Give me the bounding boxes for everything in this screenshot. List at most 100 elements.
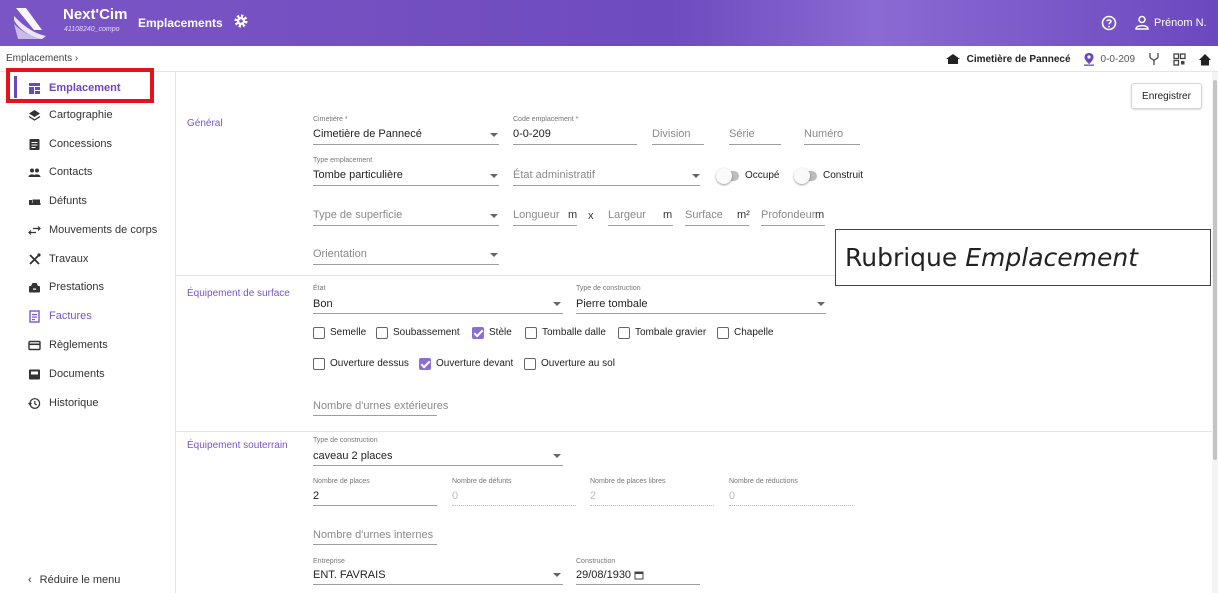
longueur-input[interactable]: Longueur (513, 209, 560, 221)
section-divider (176, 431, 1212, 432)
ouverture-sol-checkbox[interactable] (524, 358, 536, 370)
etat-select[interactable]: Bon (313, 298, 333, 310)
chevron-down-icon[interactable] (817, 302, 825, 306)
chevron-down-icon[interactable] (692, 174, 700, 178)
type-select[interactable]: Tombe particulière (313, 169, 403, 181)
sidebar-item-reglements[interactable]: Règlements (28, 335, 108, 355)
sidebar-item-contacts[interactable]: Contacts (28, 162, 92, 182)
current-cemetery[interactable]: Cimetière de Pannecé (967, 54, 1071, 65)
serie-underline (729, 144, 781, 145)
chevron-down-icon[interactable] (553, 573, 561, 577)
bed-icon (29, 199, 41, 205)
module-title[interactable]: Emplacements (138, 16, 223, 30)
chapelle-checkbox[interactable] (717, 327, 729, 339)
sidebar-item-cartographie[interactable]: Cartographie (28, 105, 113, 125)
occupe-toggle[interactable] (716, 168, 739, 184)
sidebar-item-documents[interactable]: Documents (28, 364, 105, 384)
collapse-menu-button[interactable]: ‹ Réduire le menu (28, 574, 120, 586)
entreprise-select[interactable]: ENT. FAVRAIS (313, 569, 386, 581)
sidebar-item-mouvements[interactable]: Mouvements de corps (28, 220, 157, 240)
current-location-code[interactable]: 0-0-209 (1101, 54, 1135, 65)
cemetery-select[interactable]: Cimetière de Pannecé (313, 128, 422, 140)
chevron-down-icon[interactable] (490, 253, 498, 257)
orientation-select[interactable]: Orientation (313, 248, 367, 260)
underground-construction-label: Type de construction (313, 437, 378, 444)
stele-label: Stèle (489, 327, 512, 338)
soubassement-checkbox[interactable] (376, 327, 388, 339)
app-logo-icon[interactable] (12, 6, 50, 40)
scrollbar-thumb[interactable] (1213, 80, 1217, 460)
cemetery-field-label: Cimetière * (313, 116, 348, 123)
construction-select[interactable]: Pierre tombale (576, 298, 648, 310)
libres-field-label: Nombre de places libres (590, 478, 666, 485)
underground-construction-select[interactable]: caveau 2 places (313, 450, 393, 462)
sidebar-item-concessions[interactable]: Concessions (28, 134, 112, 154)
home-icon[interactable] (1198, 53, 1212, 66)
numero-input[interactable]: Numéro (804, 128, 843, 140)
tombale-gravier-checkbox[interactable] (618, 327, 630, 339)
calendar-icon[interactable] (634, 570, 644, 580)
construction-date-input[interactable]: 29/08/1930 (576, 569, 631, 581)
breadcrumb[interactable]: Emplacements › (6, 53, 78, 64)
location-pin-icon (1083, 53, 1094, 66)
surface-input[interactable]: Surface (685, 209, 723, 221)
chevron-down-icon[interactable] (553, 454, 561, 458)
serie-input[interactable]: Série (729, 128, 755, 140)
chevron-left-icon: ‹ (28, 574, 32, 586)
tomballe-dalle-checkbox[interactable] (525, 327, 537, 339)
division-input[interactable]: Division (652, 128, 691, 140)
sidebar-item-defunts[interactable]: Défunts (28, 191, 87, 211)
sidebar-item-label: Concessions (49, 138, 112, 150)
sidebar-item-label: Documents (49, 368, 105, 380)
tray-icon (29, 282, 40, 292)
chapelle-label: Chapelle (734, 327, 774, 338)
semelle-checkbox[interactable] (313, 327, 325, 339)
sidebar-item-historique[interactable]: Historique (28, 393, 99, 413)
sidebar-item-label: Factures (49, 310, 92, 322)
chevron-down-icon[interactable] (490, 214, 498, 218)
sidebar-item-factures[interactable]: Factures (28, 306, 92, 326)
sidebar-item-label: Travaux (49, 253, 89, 265)
save-button[interactable]: Enregistrer (1131, 83, 1202, 109)
chevron-down-icon[interactable] (553, 302, 561, 306)
reductions-field-label: Nombre de réductions (729, 478, 798, 485)
type-field-label: Type emplacement (313, 157, 373, 164)
code-input[interactable]: 0-0-209 (513, 128, 551, 140)
libres-value: 2 (590, 490, 597, 502)
places-input[interactable]: 2 (313, 490, 319, 502)
construit-toggle[interactable] (794, 168, 817, 184)
cemetery-underline (313, 144, 499, 145)
ouverture-devant-label: Ouverture devant (436, 358, 514, 369)
largeur-unit: m (663, 209, 673, 221)
superficie-select[interactable]: Type de superficie (313, 209, 402, 221)
gear-icon[interactable] (233, 13, 249, 29)
sidebar-item-prestations[interactable]: Prestations (28, 277, 104, 297)
ouverture-devant-checkbox[interactable] (419, 358, 431, 370)
profondeur-input[interactable]: Profondeur (761, 209, 815, 221)
stele-checkbox[interactable] (472, 327, 484, 339)
ouverture-dessus-label: Ouverture dessus (330, 358, 409, 369)
defunts-value: 0 (452, 490, 459, 502)
urnes-internes-input[interactable]: Nombre d'urnes internes (313, 529, 433, 541)
qr-code-icon[interactable] (1173, 52, 1186, 66)
chevron-down-icon[interactable] (490, 174, 498, 178)
help-icon[interactable] (1101, 15, 1117, 31)
type-underline (313, 185, 499, 186)
largeur-input[interactable]: Largeur (608, 209, 646, 221)
scrollbar[interactable] (1212, 72, 1218, 593)
fork-icon[interactable] (1147, 52, 1161, 66)
code-underline (513, 144, 637, 145)
chevron-down-icon[interactable] (490, 133, 498, 137)
sidebar-item-travaux[interactable]: Travaux (28, 249, 88, 269)
etat-underline (313, 313, 563, 314)
sidebar-item-label: Mouvements de corps (49, 224, 158, 236)
superficie-underline (313, 225, 499, 226)
context-bar: Cimetière de Pannecé 0-0-209 (945, 50, 1212, 68)
etat-admin-select[interactable]: État administratif (513, 169, 595, 181)
sidebar-item-label: Cartographie (49, 109, 113, 121)
etat-field-label: État (313, 285, 326, 292)
user-icon[interactable] (1135, 15, 1149, 30)
ouverture-dessus-checkbox[interactable] (313, 358, 325, 370)
urnes-exterieures-input[interactable]: Nombre d'urnes extérieures (313, 400, 448, 412)
user-name[interactable]: Prénom N. (1154, 17, 1207, 29)
